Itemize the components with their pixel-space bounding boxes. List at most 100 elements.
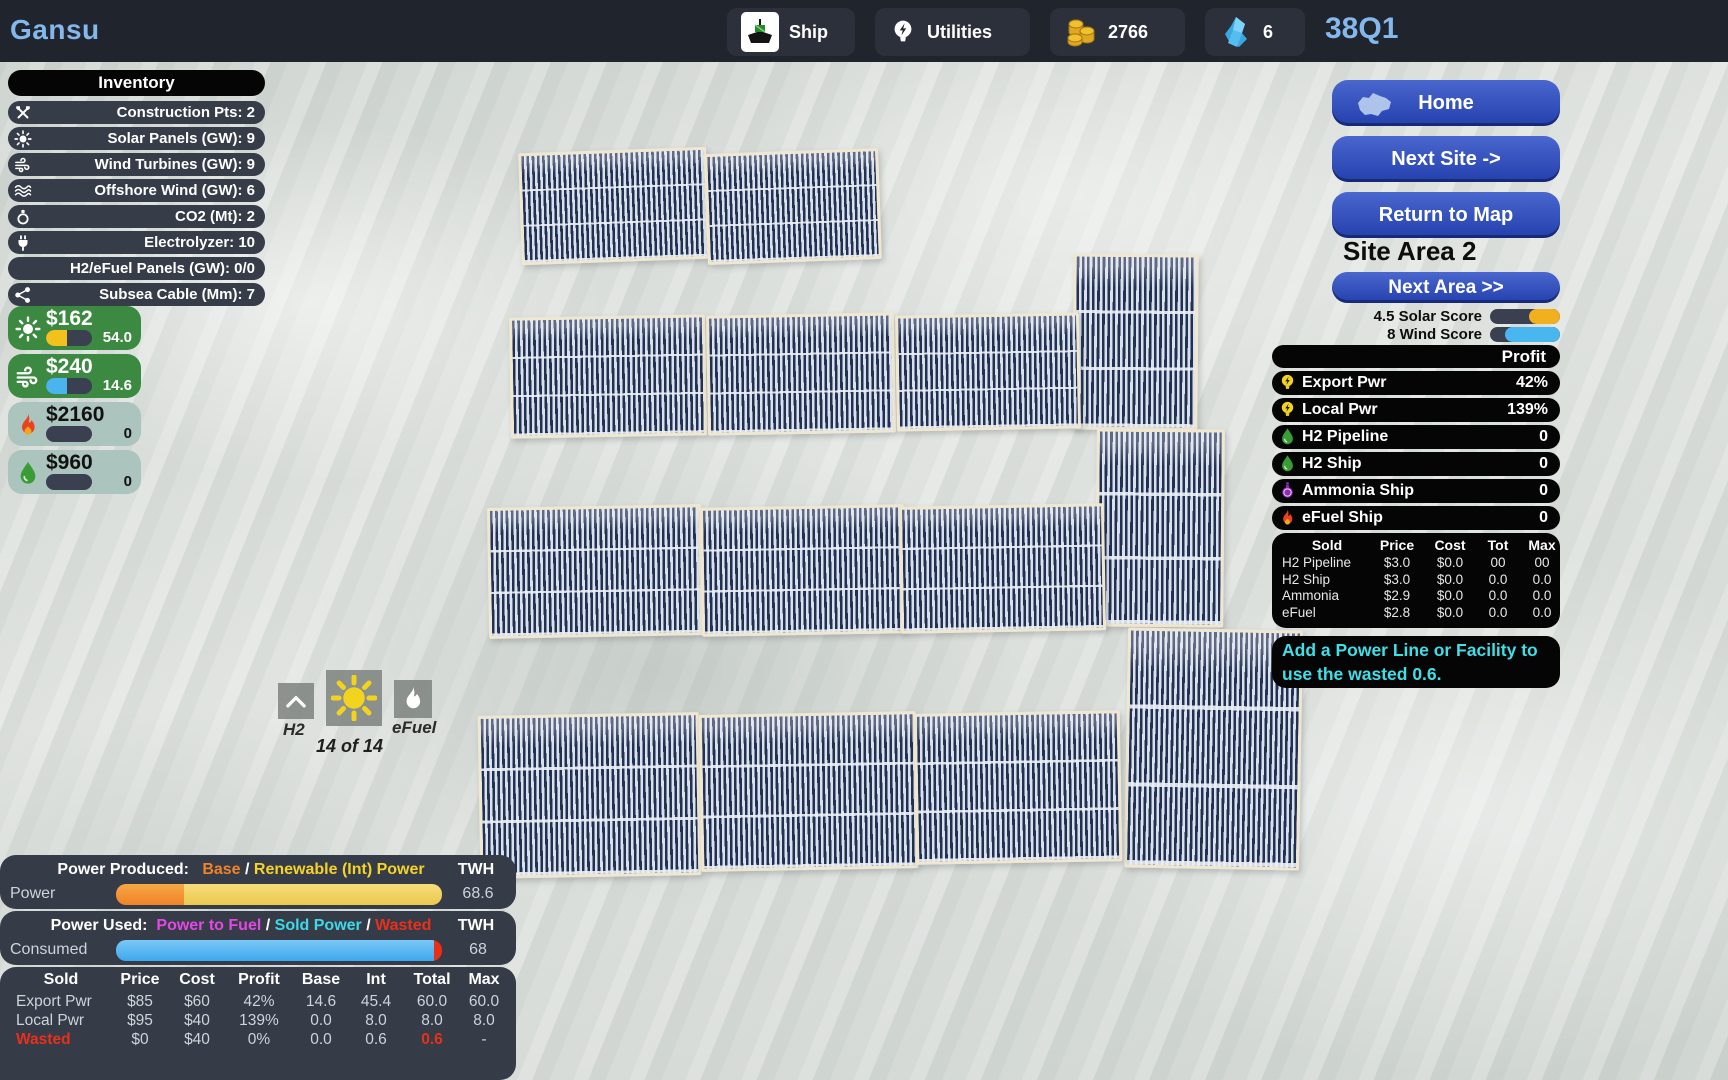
power-used-panel: Power Used: Power to Fuel / Sold Power /… — [0, 911, 516, 965]
solar-array[interactable] — [478, 712, 702, 879]
profit-row-label: Ammonia Ship — [1302, 482, 1539, 500]
solar-resource-marker[interactable] — [326, 670, 382, 726]
profit-row-value: 0 — [1539, 509, 1548, 527]
table-cell: 60.0 — [462, 992, 506, 1011]
table-header: Max — [1518, 537, 1566, 555]
lightbulb-icon — [889, 15, 917, 49]
solar-array[interactable] — [704, 148, 882, 265]
badge-value: 14.6 — [103, 377, 132, 394]
profit-row-value: 42% — [1516, 374, 1548, 392]
price-badge[interactable]: $960 0 — [8, 450, 141, 494]
ship-button[interactable]: Ship — [727, 8, 855, 56]
table-cell: 0.0 — [292, 1030, 350, 1049]
table-header: Tot — [1478, 537, 1518, 555]
solar-array[interactable] — [487, 504, 703, 639]
inventory-list: Construction Pts: 2 Solar Panels (GW): 9 W… — [8, 101, 265, 306]
solar-array[interactable] — [899, 503, 1106, 634]
table-header: Sold — [1282, 537, 1372, 555]
efuel-marker-label: eFuel — [392, 718, 436, 738]
table-cell: $3.0 — [1372, 555, 1422, 572]
table-header: Profit — [226, 971, 292, 992]
chevron-up-icon — [283, 688, 309, 714]
solar-array[interactable] — [509, 314, 707, 438]
price-badge[interactable]: $240 14.6 — [8, 354, 141, 398]
next-area-button[interactable]: Next Area >> — [1332, 272, 1560, 303]
sun-icon — [14, 130, 36, 148]
solar-score-label: 4.5 Solar Score — [1374, 308, 1482, 325]
table-cell: H2 Ship — [1282, 572, 1372, 589]
profit-row-label: Export Pwr — [1302, 374, 1516, 392]
inventory-item[interactable]: CO2 (Mt): 2 — [8, 205, 265, 228]
profit-row-value: 139% — [1507, 401, 1548, 419]
inventory-item[interactable]: Subsea Cable (Mm): 7 — [8, 283, 265, 306]
solar-array[interactable] — [706, 312, 896, 435]
table-header: Cost — [1422, 537, 1478, 555]
next-site-label: Next Site -> — [1391, 148, 1500, 171]
return-to-map-button[interactable]: Return to Map — [1332, 192, 1560, 238]
table-cell: 0.0 — [1518, 588, 1566, 605]
h2-facility-marker[interactable] — [278, 683, 314, 719]
legend-separator: / — [362, 917, 375, 934]
h2-marker-label: H2 — [283, 720, 305, 740]
price-badge[interactable]: $162 54.0 — [8, 306, 141, 350]
hint-message: Add a Power Line or Facility to use the … — [1272, 636, 1560, 688]
efuel-facility-marker[interactable] — [394, 680, 432, 718]
solar-array[interactable] — [1072, 253, 1199, 430]
profit-row-label: H2 Pipeline — [1302, 428, 1539, 446]
profit-row: Export Pwr42% — [1272, 371, 1560, 395]
solar-array[interactable] — [895, 312, 1081, 431]
table-cell: 60.0 — [402, 992, 462, 1011]
profit-row-label: H2 Ship — [1302, 455, 1539, 473]
solar-array[interactable] — [700, 504, 906, 637]
inventory-item-label: Wind Turbines (GW): 9 — [36, 156, 255, 173]
table-cell: 0.6 — [350, 1030, 402, 1049]
badge-value: 54.0 — [103, 329, 132, 346]
table-cell: 0.0 — [1518, 572, 1566, 589]
inventory-item-label: Offshore Wind (GW): 6 — [36, 182, 255, 199]
inventory-item[interactable]: Offshore Wind (GW): 6 — [8, 179, 265, 202]
inventory-item[interactable]: H2/eFuel Panels (GW): 0/0 — [8, 257, 265, 280]
solar-array[interactable] — [518, 147, 710, 265]
utilities-button[interactable]: Utilities — [875, 8, 1030, 56]
profit-row-label: Local Pwr — [1302, 401, 1507, 419]
inventory-item[interactable]: Construction Pts: 2 — [8, 101, 265, 124]
badge-value: 0 — [124, 425, 132, 442]
coins-count: 2766 — [1108, 22, 1148, 43]
waves-icon — [14, 182, 36, 200]
coins-icon — [1064, 15, 1098, 49]
power-produced-panel: Power Produced: Base / Renewable (Int) P… — [0, 855, 516, 909]
table-cell: $0.0 — [1422, 555, 1478, 572]
table-cell: 42% — [226, 992, 292, 1011]
inventory-item[interactable]: Solar Panels (GW): 9 — [8, 127, 265, 150]
fuel-sales-table: SoldPriceCostTotMaxH2 Pipeline$3.0$0.000… — [1272, 533, 1560, 628]
wind-score-label: 8 Wind Score — [1387, 326, 1482, 343]
table-cell: $2.9 — [1372, 588, 1422, 605]
table-cell: $0.0 — [1422, 588, 1478, 605]
plug-icon — [14, 234, 36, 252]
solar-array[interactable] — [1095, 428, 1225, 627]
profit-row: H2 Pipeline0 — [1272, 425, 1560, 449]
home-button[interactable]: Home — [1332, 80, 1560, 126]
sun-icon — [15, 316, 41, 342]
flask-purple-icon — [1278, 481, 1302, 501]
return-to-map-label: Return to Map — [1379, 204, 1513, 227]
inventory-header: Inventory — [8, 70, 265, 96]
table-cell: 8.0 — [462, 1011, 506, 1030]
table-cell: $85 — [112, 992, 168, 1011]
inventory-item-label: Subsea Cable (Mm): 7 — [36, 286, 255, 303]
table-cell: 0.0 — [1478, 588, 1518, 605]
used-label: Power Used: — [51, 917, 148, 934]
price-badge[interactable]: $2160 0 — [8, 402, 141, 446]
crystals-display: 6 — [1205, 8, 1305, 56]
profit-row-value: 0 — [1539, 455, 1548, 473]
solar-array[interactable] — [699, 711, 919, 872]
wasted-legend: Wasted — [375, 917, 431, 934]
solar-array[interactable] — [914, 710, 1123, 865]
next-site-button[interactable]: Next Site -> — [1332, 136, 1560, 182]
consumed-row-label: Consumed — [10, 941, 108, 959]
inventory-item[interactable]: Electrolyzer: 10 — [8, 231, 265, 254]
table-cell: 14.6 — [292, 992, 350, 1011]
next-area-label: Next Area >> — [1388, 277, 1503, 299]
inventory-item[interactable]: Wind Turbines (GW): 9 — [8, 153, 265, 176]
solar-score-row: 4.5 Solar Score — [1330, 308, 1560, 325]
